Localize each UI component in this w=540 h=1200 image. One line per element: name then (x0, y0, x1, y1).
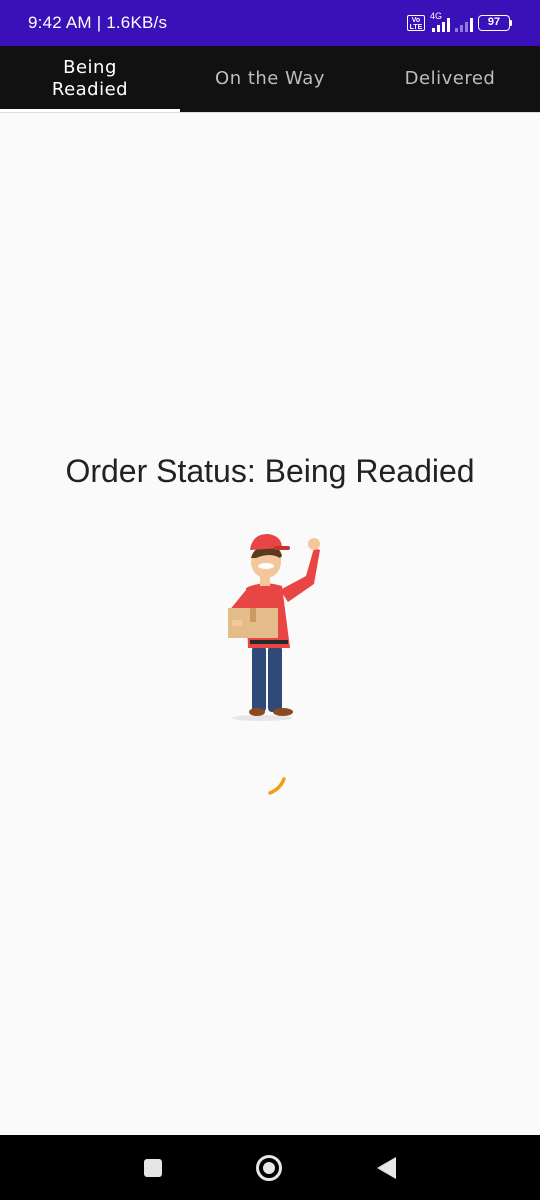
network-type-label: 4G (430, 11, 443, 21)
status-time-speed: 9:42 AM | 1.6KB/s (28, 13, 168, 32)
battery-icon: 97 (478, 15, 512, 31)
tab-label: On the Way (215, 68, 325, 89)
status-bar: 9:42 AM | 1.6KB/s Vo LTE 4G 97 (0, 0, 540, 46)
volte-icon: Vo LTE (407, 15, 425, 31)
status-icons: Vo LTE 4G 97 (407, 11, 512, 32)
tab-on-the-way[interactable]: On the Way (180, 46, 360, 112)
home-button[interactable] (239, 1135, 299, 1200)
system-nav-bar (0, 1135, 540, 1200)
battery-level: 97 (478, 15, 510, 31)
signal-icon (455, 14, 473, 32)
signal-4g-icon: 4G (430, 11, 450, 32)
triangle-back-icon (376, 1156, 396, 1179)
tab-label: Being Readied (51, 57, 129, 100)
tab-delivered[interactable]: Delivered (360, 46, 540, 112)
order-status-title: Order Status: Being Readied (65, 453, 475, 489)
recent-apps-button[interactable] (123, 1135, 183, 1200)
tab-being-readied[interactable]: Being Readied (0, 46, 180, 112)
order-tabs: Being Readied On the Way Delivered (0, 46, 540, 112)
tab-label: Delivered (404, 68, 496, 89)
back-button[interactable] (356, 1135, 416, 1200)
loading-spinner-icon (268, 777, 286, 795)
square-recent-apps-icon (144, 1158, 162, 1177)
delivery-man-icon (228, 534, 320, 721)
circle-home-icon (256, 1154, 282, 1181)
order-status-content: Order Status: Being Readied (0, 113, 540, 1135)
